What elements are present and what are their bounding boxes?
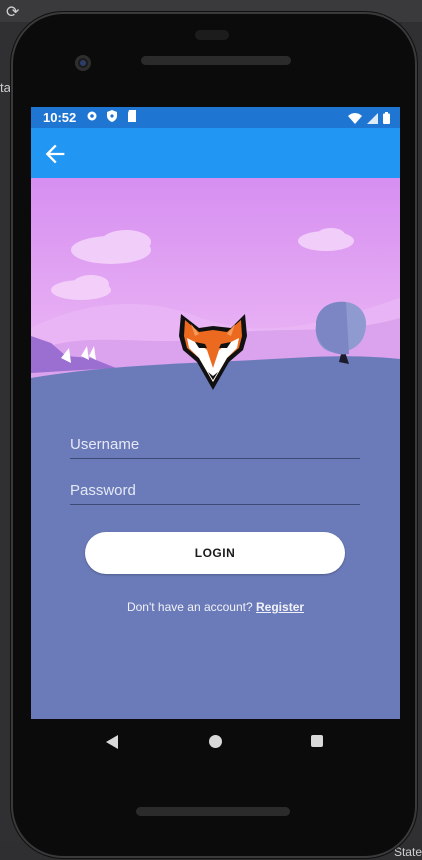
app-screen: 10:52 Username Password LOGIN Don't have… — [31, 107, 400, 719]
password-placeholder: Password — [70, 482, 136, 499]
username-placeholder: Username — [70, 436, 140, 453]
settings-gear-icon — [86, 109, 98, 121]
front-camera-icon — [75, 55, 91, 71]
home-circle-icon[interactable] — [209, 735, 222, 748]
shield-icon — [106, 109, 118, 122]
back-arrow-icon[interactable] — [41, 140, 69, 168]
cell-signal-icon — [367, 111, 378, 129]
hero-illustration — [31, 178, 400, 458]
phone-earpiece — [195, 30, 229, 40]
register-prompt: Don't have an account? — [126, 600, 253, 614]
status-time: 10:52 — [43, 110, 77, 125]
status-left-icons — [86, 109, 138, 122]
login-button[interactable]: LOGIN — [85, 532, 345, 574]
password-field[interactable]: Password — [70, 478, 360, 505]
phone-speaker-bottom — [136, 807, 290, 816]
refresh-icon[interactable]: ⟳ — [6, 4, 24, 22]
register-link[interactable]: Register — [256, 600, 304, 614]
app-bar — [31, 128, 400, 178]
ide-bottom-label: State — [393, 845, 422, 859]
register-row: Don't have an account? Register — [31, 600, 400, 614]
sd-card-icon — [126, 109, 138, 122]
status-bar: 10:52 — [31, 107, 400, 128]
back-triangle-icon[interactable] — [106, 735, 118, 749]
username-field[interactable]: Username — [70, 432, 360, 459]
recents-square-icon[interactable] — [311, 735, 323, 747]
status-right-icons — [348, 111, 390, 129]
battery-icon — [383, 111, 390, 129]
wifi-icon — [348, 111, 362, 129]
phone-speaker-top — [141, 56, 291, 65]
